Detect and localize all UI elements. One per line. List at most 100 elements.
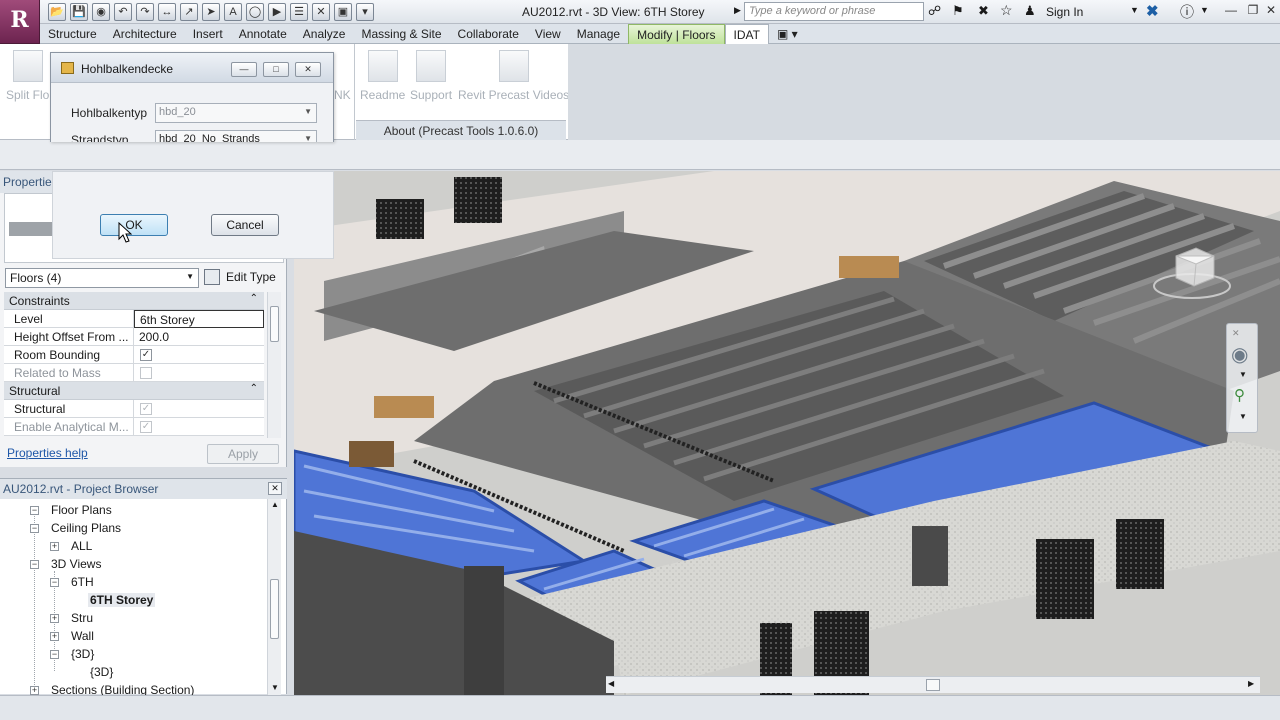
readme-button[interactable]: Readme [360,50,405,102]
binoculars-icon[interactable]: ☍ [928,3,941,19]
collapse-icon[interactable]: − [30,560,39,569]
constraints-group-header[interactable]: Constraints ⌃ [4,292,264,310]
tree-node-6th-storey[interactable]: 6TH Storey [88,593,156,607]
undo-icon[interactable]: ↶ [114,3,132,21]
scroll-up-icon[interactable]: ▲ [271,500,279,509]
search-expand-icon[interactable]: ▶ [734,5,741,16]
about-panel-label[interactable]: About (Precast Tools 1.0.6.0) [356,120,566,140]
ribbon-minimize-icon[interactable]: ▣ ▾ [769,24,806,44]
tag-icon[interactable]: ➤ [202,3,220,21]
tab-analyze[interactable]: Analyze [295,24,354,44]
tab-insert[interactable]: Insert [185,24,231,44]
property-row-room-bounding[interactable]: Room Bounding ✓ [4,346,264,364]
customize-qat-icon[interactable]: ▾ [356,3,374,21]
property-row-height-offset[interactable]: Height Offset From ... 200.0 [4,328,264,346]
tree-node-6th[interactable]: − 6TH [50,575,94,589]
thin-lines-icon[interactable]: ☰ [290,3,308,21]
steering-wheel-icon[interactable]: ◉ [1231,342,1248,367]
tree-node-3d-views[interactable]: − 3D Views [30,557,101,571]
close-icon[interactable]: ✕ [268,482,282,495]
sync-icon[interactable]: ◉ [92,3,110,21]
type-selector[interactable]: Floors (4) ▼ [5,268,199,288]
dialog-maximize-icon[interactable]: □ [263,62,289,77]
properties-help-link[interactable]: Properties help [7,446,88,460]
tree-node-all[interactable]: + ALL [50,539,92,553]
sign-in-link[interactable]: Sign In [1046,5,1083,19]
scroll-left-icon[interactable]: ◀ [608,679,614,688]
tab-annotate[interactable]: Annotate [231,24,295,44]
apply-button[interactable]: Apply [207,444,279,464]
favorites-icon[interactable]: ☆ [1000,2,1013,19]
scroll-thumb[interactable] [270,579,279,639]
structural-checkbox[interactable]: ✓ [140,403,152,415]
dialog-minimize-icon[interactable]: — [231,62,257,77]
tab-structure[interactable]: Structure [40,24,105,44]
search-input[interactable]: Type a keyword or phrase [744,2,924,21]
dimension-icon[interactable]: ↗ [180,3,198,21]
tab-manage[interactable]: Manage [569,24,628,44]
steering-wheel-dropdown-icon[interactable]: ▼ [1239,370,1247,379]
switch-windows-icon[interactable]: ▣ [334,3,352,21]
browser-scrollbar[interactable]: ▲ ▼ [267,499,281,695]
level-value[interactable]: 6th Storey [134,310,264,328]
tree-node-ceiling-plans[interactable]: − Ceiling Plans [30,521,121,535]
scroll-right-icon[interactable]: ▶ [1248,679,1254,688]
dialog-close-icon[interactable]: ✕ [295,62,321,77]
3d-viewport[interactable] [294,171,1280,695]
property-row-level[interactable]: Level 6th Storey [4,310,264,328]
tree-node-wall[interactable]: + Wall [50,629,94,643]
expand-icon[interactable]: + [30,686,39,695]
help-icon[interactable]: ⓘ [1180,2,1194,22]
precast-videos-button[interactable]: Revit Precast Videos [458,50,569,102]
viewcube-icon[interactable] [1152,244,1232,300]
tab-idat[interactable]: IDAT [724,24,769,44]
communication-icon[interactable]: ✖ [978,3,989,19]
collapse-icon[interactable]: − [50,650,59,659]
help-dropdown-icon[interactable]: ▼ [1200,5,1209,15]
height-offset-value[interactable]: 200.0 [134,328,264,346]
section-icon[interactable]: ▶ [268,3,286,21]
viewport-horizontal-scrollbar[interactable]: ◀ ▶ [606,676,1260,693]
scroll-thumb[interactable] [926,679,940,691]
strand-type-select[interactable]: hbd_20_No_Strands ▼ [155,130,317,142]
navbar-close-icon[interactable]: ✕ [1232,328,1240,339]
collapse-icon[interactable]: − [50,578,59,587]
nk-button[interactable]: NK [334,88,351,102]
collapse-icon[interactable]: − [30,524,39,533]
zoom-dropdown-icon[interactable]: ▼ [1239,412,1247,421]
redo-icon[interactable]: ↷ [136,3,154,21]
scroll-down-icon[interactable]: ▼ [271,683,279,692]
support-button[interactable]: Support [410,50,452,102]
close-window-icon[interactable]: ✕ [1262,3,1280,19]
collapse-icon[interactable]: − [30,506,39,515]
exchange-icon[interactable]: ✖ [1146,2,1159,20]
expand-icon[interactable]: + [50,614,59,623]
close-hidden-icon[interactable]: ✕ [312,3,330,21]
save-icon[interactable]: 💾 [70,3,88,21]
expand-icon[interactable]: + [50,542,59,551]
application-menu-button[interactable]: R [0,0,40,44]
open-icon[interactable]: 📂 [48,3,66,21]
tab-modify-floors[interactable]: Modify | Floors [628,24,725,44]
user-icon[interactable]: ♟ [1024,3,1036,19]
tab-architecture[interactable]: Architecture [105,24,185,44]
ok-button[interactable]: OK [100,214,168,236]
beam-type-select[interactable]: hbd_20 ▼ [155,103,317,123]
structural-group-header[interactable]: Structural ⌃ [4,382,264,400]
dialog-title-bar[interactable]: Hohlbalkendecke — □ ✕ [51,53,333,83]
edit-type-button[interactable]: Edit Type [204,268,276,286]
expand-icon[interactable]: + [50,632,59,641]
tab-massing-site[interactable]: Massing & Site [353,24,449,44]
sign-in-dropdown-icon[interactable]: ▼ [1130,5,1139,15]
properties-scrollbar[interactable] [267,292,281,438]
tree-node-floor-plans[interactable]: − Floor Plans [30,503,112,517]
split-floor-button[interactable]: Split Flo [6,50,49,102]
zoom-region-icon[interactable]: ⚲ [1234,386,1245,404]
tree-node-3d-leaf[interactable]: {3D} [90,665,113,679]
minimize-window-icon[interactable]: — [1222,3,1240,19]
restore-window-icon[interactable]: ❐ [1244,3,1262,19]
room-bounding-checkbox[interactable]: ✓ [140,349,152,361]
measure-icon[interactable]: ↔ [158,3,176,21]
tree-node-stru[interactable]: + Stru [50,611,93,625]
text-icon[interactable]: A [224,3,242,21]
